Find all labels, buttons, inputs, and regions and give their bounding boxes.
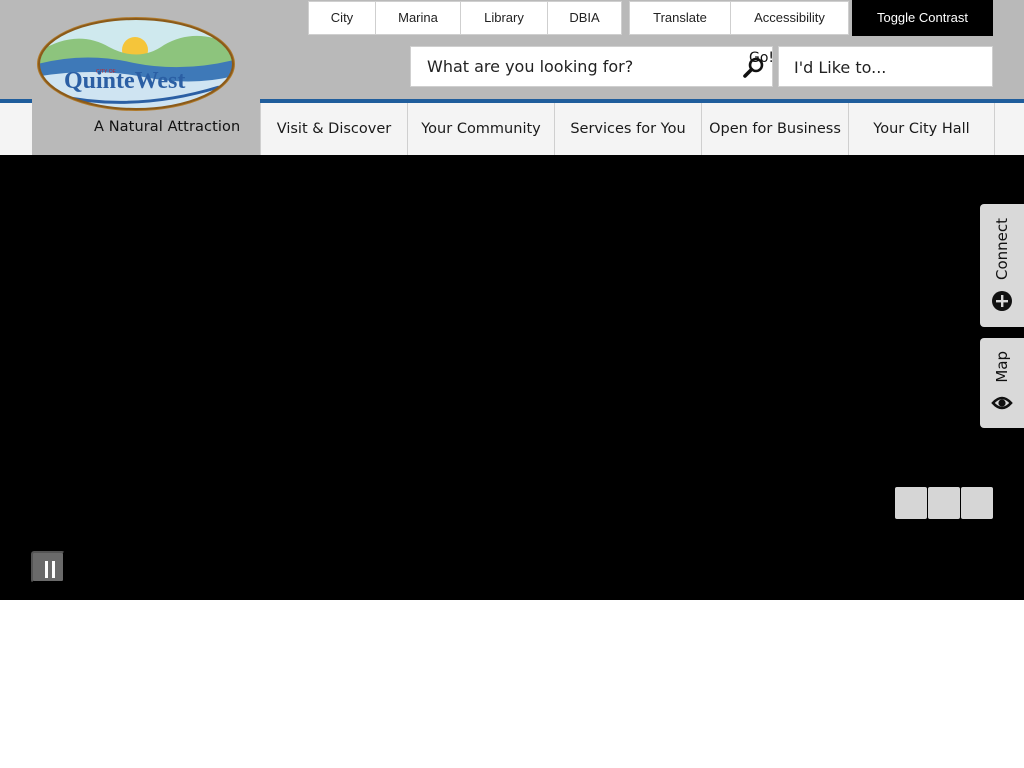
map-tab[interactable]: Map [980,338,1024,428]
nav-open-for-business[interactable]: Open for Business [701,103,848,155]
pause-button[interactable] [31,551,65,583]
search-box: Go! [410,46,774,87]
nav-your-city-hall[interactable]: Your City Hall [848,103,995,155]
nav-visit-discover[interactable]: Visit & Discover [260,103,407,155]
connect-tab[interactable]: Connect [980,204,1024,327]
id-like-to-dropdown[interactable]: I'd Like to... [778,46,993,87]
logo-name: QuinteWest [64,68,185,94]
util-link-accessibility[interactable]: Accessibility [731,2,848,34]
slide-dot[interactable] [961,487,993,519]
slide-dot[interactable] [895,487,927,519]
slide-dot[interactable] [928,487,960,519]
plus-circle-icon [992,291,1012,311]
nav-services-for-you[interactable]: Services for You [554,103,701,155]
search-input[interactable] [411,47,731,86]
slide-navigation [895,487,994,519]
nav-your-community[interactable]: Your Community [407,103,554,155]
toggle-contrast-button[interactable]: Toggle Contrast [852,0,993,36]
main-nav: Visit & Discover Your Community Services… [260,103,995,155]
pause-icon-bar-right [52,561,55,578]
logo-tagline: A Natural Attraction [94,119,241,135]
site-header: CITY OF QuinteWest A Natural Attraction … [0,0,1024,155]
util-link-marina[interactable]: Marina [376,2,461,34]
connect-tab-label: Connect [993,218,1011,281]
utility-links-right: Translate Accessibility [629,1,849,35]
util-link-translate[interactable]: Translate [630,2,731,34]
city-logo[interactable]: CITY OF QuinteWest [34,15,238,115]
search-icon[interactable] [743,57,765,79]
eye-pin-icon [991,396,1013,410]
logo-box[interactable]: CITY OF QuinteWest A Natural Attraction [32,0,260,155]
hero-slideshow [0,155,1024,600]
pause-icon-bar-left [45,561,48,578]
page: CITY OF QuinteWest A Natural Attraction … [0,0,1024,768]
utility-links-left: City Marina Library DBIA [308,1,622,35]
map-tab-label: Map [993,351,1011,383]
util-link-city[interactable]: City [309,2,376,34]
util-link-library[interactable]: Library [461,2,548,34]
util-link-dbia[interactable]: DBIA [548,2,621,34]
